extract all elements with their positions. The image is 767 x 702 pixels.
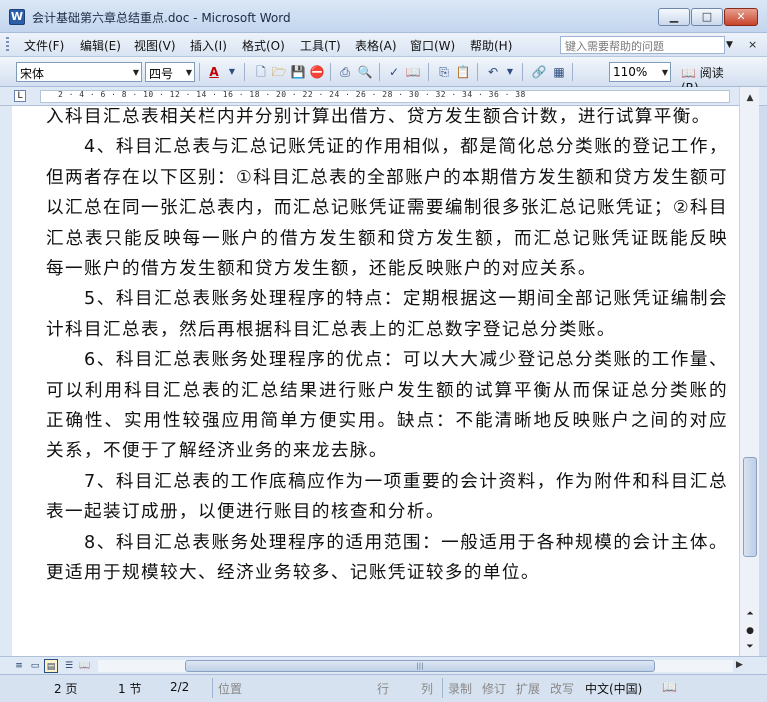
new-document-icon[interactable]: 🗋 xyxy=(252,63,270,81)
paragraph[interactable]: 6、科目汇总表账务处理程序的优点：可以大大减少登记总分类账的工作量、可以利用科目… xyxy=(46,345,728,467)
menu-file[interactable]: 文件(F) xyxy=(24,37,64,54)
chevron-down-icon: ▼ xyxy=(185,68,192,77)
toolbar-separator xyxy=(522,63,523,81)
help-search-input[interactable]: 键入需要帮助的问题 xyxy=(560,36,725,54)
menu-tools[interactable]: 工具(T) xyxy=(300,37,341,54)
minimize-button[interactable]: ▁ xyxy=(658,8,690,26)
font-color-button[interactable]: A xyxy=(205,63,223,81)
scroll-up-icon[interactable]: ▲ xyxy=(742,90,758,106)
menu-help[interactable]: 帮助(H) xyxy=(470,37,512,54)
status-track-changes[interactable]: 修订 xyxy=(482,680,506,697)
status-line: 行 xyxy=(377,682,390,696)
close-button[interactable]: ✕ xyxy=(724,8,758,26)
status-page: 2 页 xyxy=(54,682,78,696)
tab-selector[interactable]: L xyxy=(14,90,26,102)
outline-view-icon[interactable]: ☰ xyxy=(62,659,76,673)
vertical-ruler xyxy=(0,106,12,656)
horizontal-scrollbar: ≡ ▭ ▤ ☰ 📖 ◀ ||| ▶ xyxy=(0,656,767,674)
next-page-icon[interactable]: ⏷ xyxy=(743,640,757,654)
table-icon[interactable]: ▦ xyxy=(550,63,568,81)
font-size-value: 四号 xyxy=(149,67,174,81)
paste-icon[interactable]: 📋 xyxy=(454,63,472,81)
chevron-down-icon[interactable]: ▼ xyxy=(726,40,733,50)
document-page[interactable]: 入科目汇总表相关栏内并分别计算出借方、贷方发生额合计数，进行试算平衡。 4、科目… xyxy=(12,106,739,656)
scroll-right-icon[interactable]: ▶ xyxy=(736,660,743,670)
status-language[interactable]: 中文(中国) xyxy=(585,680,642,697)
print-icon[interactable]: ⎙ xyxy=(336,63,354,81)
toolbar-separator xyxy=(330,63,331,81)
status-divider xyxy=(442,678,443,698)
vertical-scrollbar[interactable]: ▲ ⏶ ● ⏷ xyxy=(739,87,759,656)
status-divider xyxy=(212,678,213,698)
status-section: 1 节 xyxy=(118,682,142,696)
undo-icon[interactable]: ↶ xyxy=(484,63,502,81)
paragraph[interactable]: 4、科目汇总表与汇总记账凭证的作用相似，都是简化总分类账的登记工作，但两者存在以… xyxy=(46,132,728,284)
toolbar-separator xyxy=(477,63,478,81)
status-position: 位置 xyxy=(218,682,243,696)
toolbar-separator xyxy=(244,63,245,81)
copy-icon[interactable]: ⎘ xyxy=(435,63,453,81)
menu-window[interactable]: 窗口(W) xyxy=(410,37,455,54)
research-icon[interactable]: 📖 xyxy=(404,63,422,81)
maximize-button[interactable]: □ xyxy=(691,8,723,26)
book-icon: 📖 xyxy=(681,66,696,80)
status-record[interactable]: 录制 xyxy=(448,680,472,697)
paragraph[interactable]: 8、科目汇总表账务处理程序的适用范围：一般适用于各种规模的会计主体。更适用于规模… xyxy=(46,528,728,589)
chevron-down-icon: ▼ xyxy=(132,68,139,77)
spelling-status-icon[interactable]: 📖 xyxy=(662,680,677,694)
web-view-icon[interactable]: ▭ xyxy=(28,659,42,673)
chevron-down-icon[interactable]: ▼ xyxy=(223,63,241,81)
menu-bar: 文件(F) 编辑(E) 视图(V) 插入(I) 格式(O) 工具(T) 表格(A… xyxy=(0,33,767,57)
chevron-down-icon[interactable]: ▼ xyxy=(501,63,519,81)
menubar-grip[interactable] xyxy=(6,37,9,53)
font-name-select[interactable]: 宋体 ▼ xyxy=(16,62,142,82)
open-folder-icon[interactable]: 🗁 xyxy=(270,63,288,81)
reading-view-icon[interactable]: 📖 xyxy=(78,659,92,673)
horizontal-ruler[interactable]: L 2 · 4 · 6 · 8 · 10 · 12 · 14 · 16 · 18… xyxy=(0,87,767,106)
menu-table[interactable]: 表格(A) xyxy=(355,37,397,54)
word-doc-icon[interactable]: W xyxy=(9,9,25,25)
print-preview-icon[interactable]: 🔍 xyxy=(356,63,374,81)
hyperlink-icon[interactable]: 🔗 xyxy=(530,63,548,81)
status-bar: 2 页 1 节 2/2 位置 行 列 录制 修订 扩展 改写 中文(中国) 📖 xyxy=(0,674,767,702)
save-icon[interactable]: 💾 xyxy=(289,63,307,81)
menu-view[interactable]: 视图(V) xyxy=(134,37,176,54)
paragraph[interactable]: 7、科目汇总表的工作底稿应作为一项重要的会计资料，作为附件和科目汇总表一起装订成… xyxy=(46,467,728,528)
print-layout-icon[interactable]: ▤ xyxy=(44,659,58,673)
scroll-thumb[interactable] xyxy=(743,457,757,557)
chevron-down-icon: ▼ xyxy=(661,68,668,77)
formatting-toolbar: 宋体 ▼ 四号 ▼ A ▼ 🗋 🗁 💾 ⛔ ⎙ 🔍 ✓ 📖 ⎘ 📋 ↶ ▼ 🔗 … xyxy=(0,57,767,95)
zoom-value: 110% xyxy=(613,65,648,79)
document-body[interactable]: 入科目汇总表相关栏内并分别计算出借方、贷方发生额合计数，进行试算平衡。 4、科目… xyxy=(46,106,728,589)
menu-edit[interactable]: 编辑(E) xyxy=(80,37,121,54)
status-extend[interactable]: 扩展 xyxy=(516,680,540,697)
menu-format[interactable]: 格式(O) xyxy=(242,37,285,54)
paragraph[interactable]: 5、科目汇总表账务处理程序的特点：定期根据这一期间全部记账凭证编制会计科目汇总表… xyxy=(46,284,728,345)
paragraph[interactable]: 入科目汇总表相关栏内并分别计算出借方、贷方发生额合计数，进行试算平衡。 xyxy=(46,106,728,132)
permission-icon[interactable]: ⛔ xyxy=(308,63,326,81)
title-bar: W 会计基础第六章总结重点.doc - Microsoft Word ▁ □ ✕ xyxy=(0,0,767,33)
ruler-ticks: 2 · 4 · 6 · 8 · 10 · 12 · 14 · 16 · 18 ·… xyxy=(58,90,526,99)
font-name-value: 宋体 xyxy=(20,67,45,81)
browse-object-icon[interactable]: ● xyxy=(743,624,757,638)
status-page-of: 2/2 xyxy=(170,680,190,694)
read-mode-button[interactable]: 📖 阅读(R) xyxy=(678,62,742,95)
toolbar-separator xyxy=(572,63,573,81)
toolbar-separator xyxy=(428,63,429,81)
normal-view-icon[interactable]: ≡ xyxy=(12,659,26,673)
font-size-select[interactable]: 四号 ▼ xyxy=(145,62,195,82)
document-close-icon[interactable]: × xyxy=(748,38,757,51)
toolbar-separator xyxy=(379,63,380,81)
status-overtype[interactable]: 改写 xyxy=(550,680,574,697)
zoom-select[interactable]: 110% ▼ xyxy=(609,62,671,82)
previous-page-icon[interactable]: ⏶ xyxy=(743,607,757,621)
menu-insert[interactable]: 插入(I) xyxy=(190,37,227,54)
horizontal-thumb[interactable]: ||| xyxy=(185,660,655,672)
spelling-icon[interactable]: ✓ xyxy=(385,63,403,81)
window-title: 会计基础第六章总结重点.doc - Microsoft Word xyxy=(32,11,291,25)
toolbar-separator xyxy=(199,63,200,81)
status-column: 列 xyxy=(421,682,434,696)
